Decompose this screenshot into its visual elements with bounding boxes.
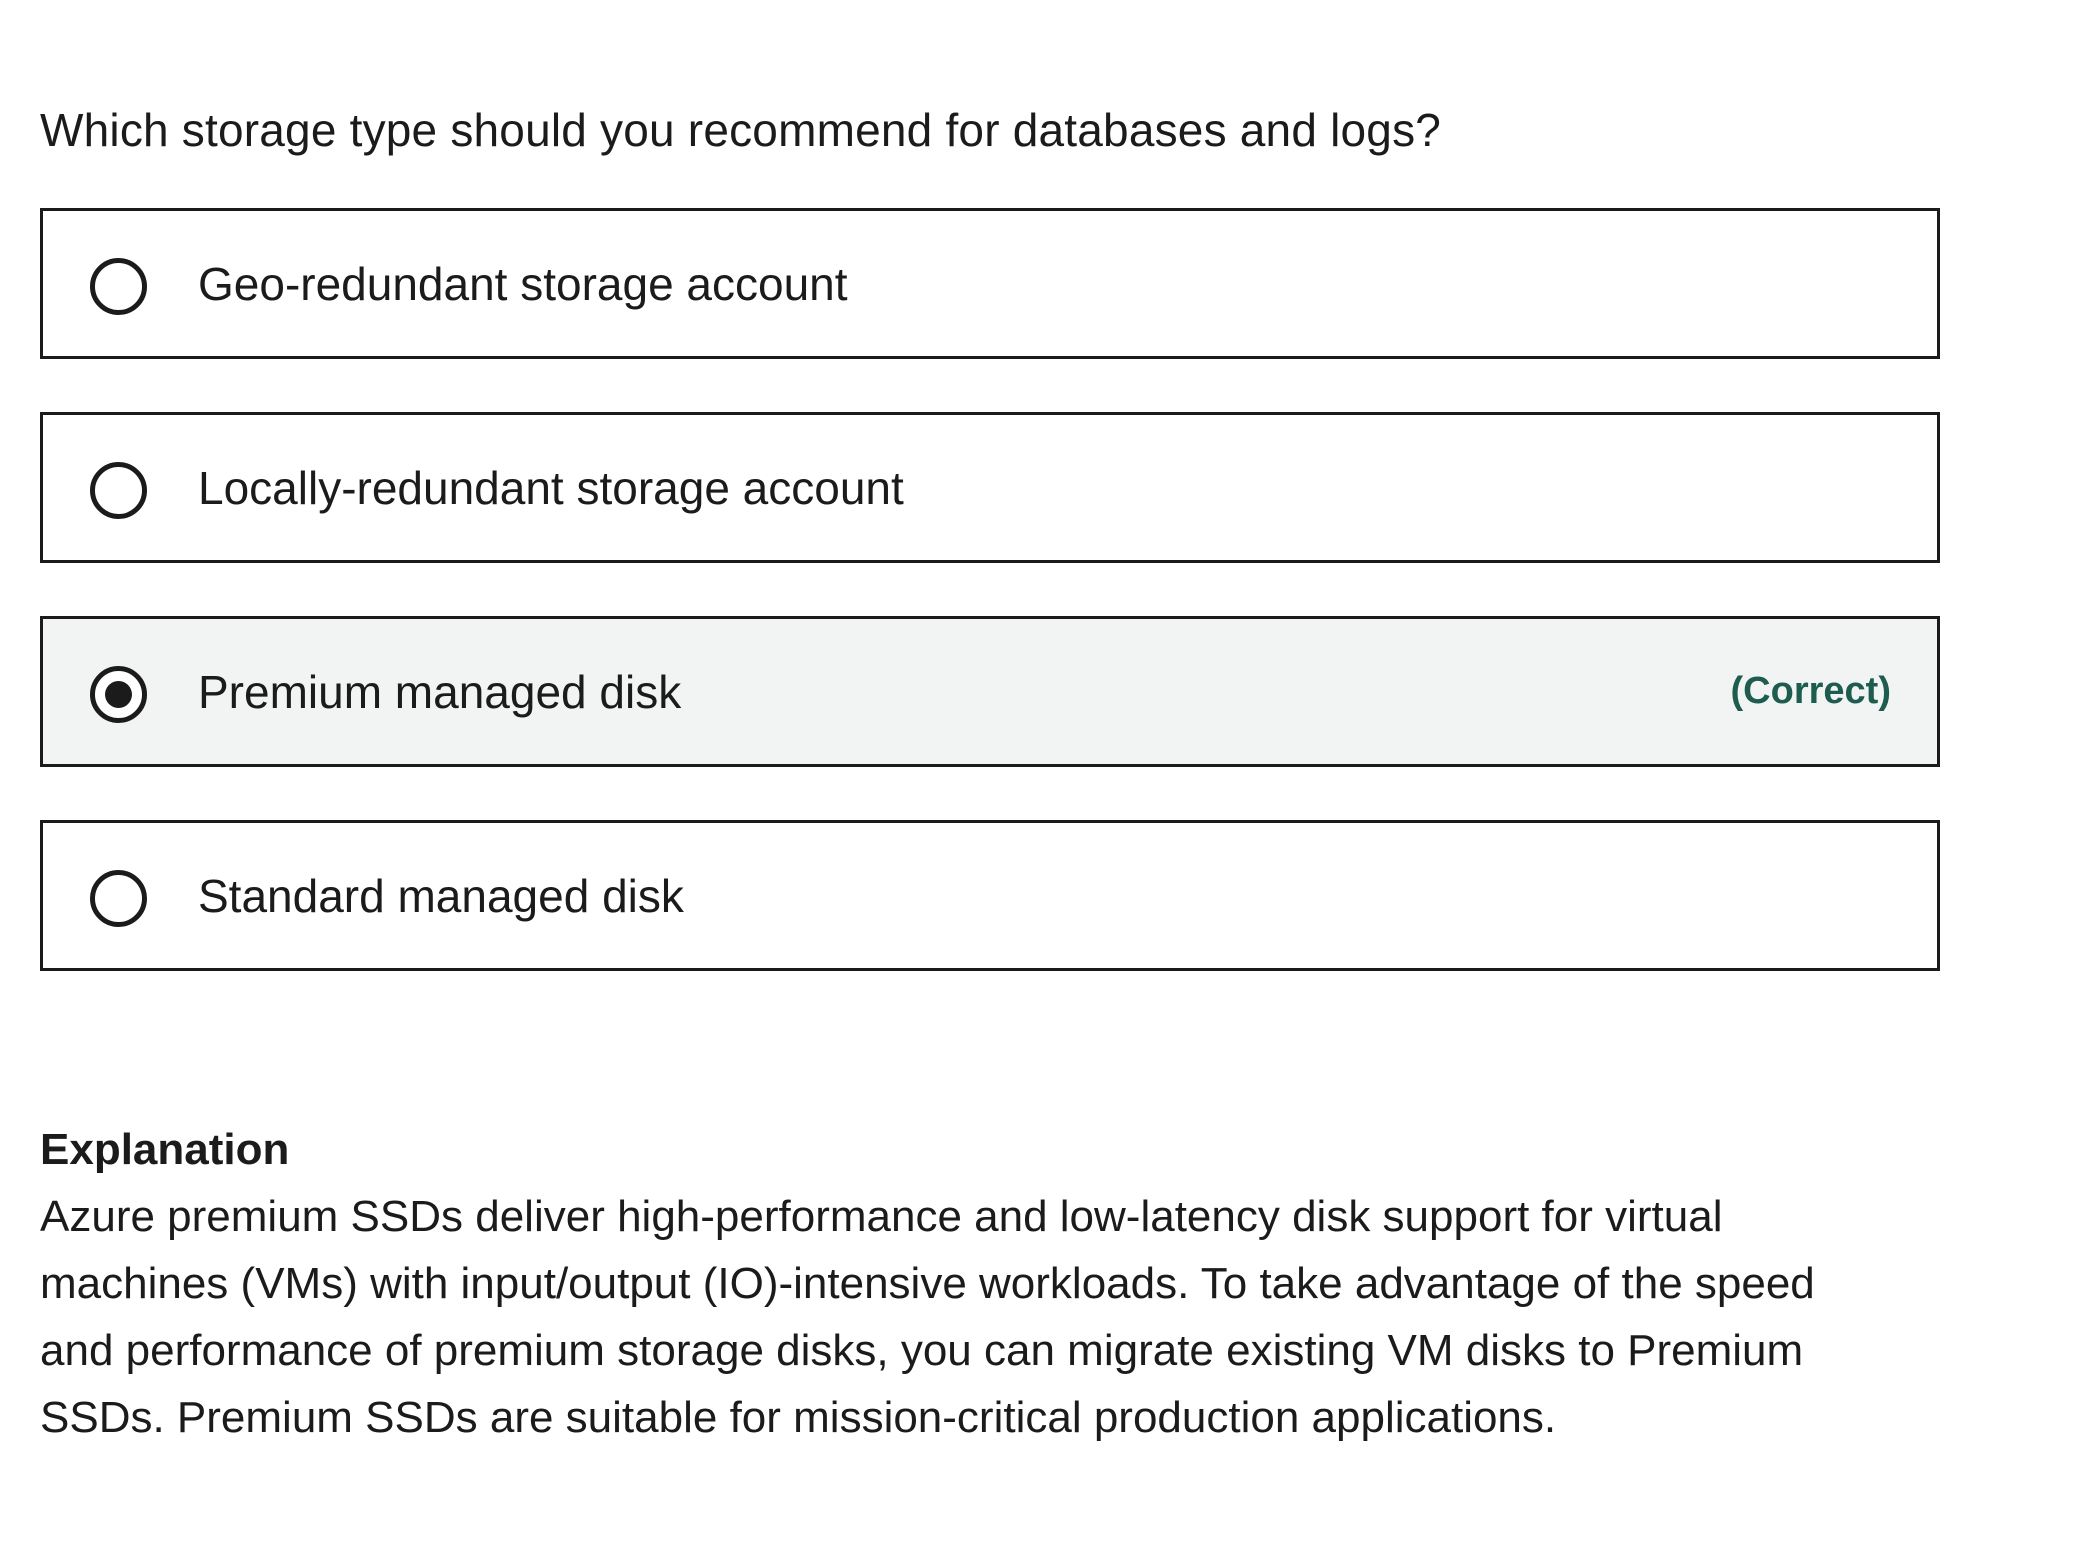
option-geo-redundant-storage-account[interactable]: Geo-redundant storage account — [40, 208, 1940, 359]
correct-badge: (Correct) — [1730, 670, 1891, 712]
option-premium-managed-disk[interactable]: Premium managed disk (Correct) — [40, 616, 1940, 767]
option-standard-managed-disk[interactable]: Standard managed disk — [40, 820, 1940, 971]
radio-selected-icon[interactable] — [90, 666, 147, 723]
radio-unselected-icon[interactable] — [90, 258, 147, 315]
option-label: Geo-redundant storage account — [198, 257, 848, 310]
explanation-body: Azure premium SSDs deliver high-performa… — [40, 1192, 1815, 1442]
option-label: Locally-redundant storage account — [198, 461, 904, 514]
option-label: Standard managed disk — [198, 869, 684, 922]
radio-dot-icon — [105, 681, 132, 708]
radio-unselected-icon[interactable] — [90, 870, 147, 927]
explanation-title: Explanation — [40, 1125, 290, 1174]
radio-unselected-icon[interactable] — [90, 462, 147, 519]
option-locally-redundant-storage-account[interactable]: Locally-redundant storage account — [40, 412, 1940, 563]
option-label: Premium managed disk — [198, 665, 682, 718]
question-text: Which storage type should you recommend … — [40, 104, 1442, 156]
